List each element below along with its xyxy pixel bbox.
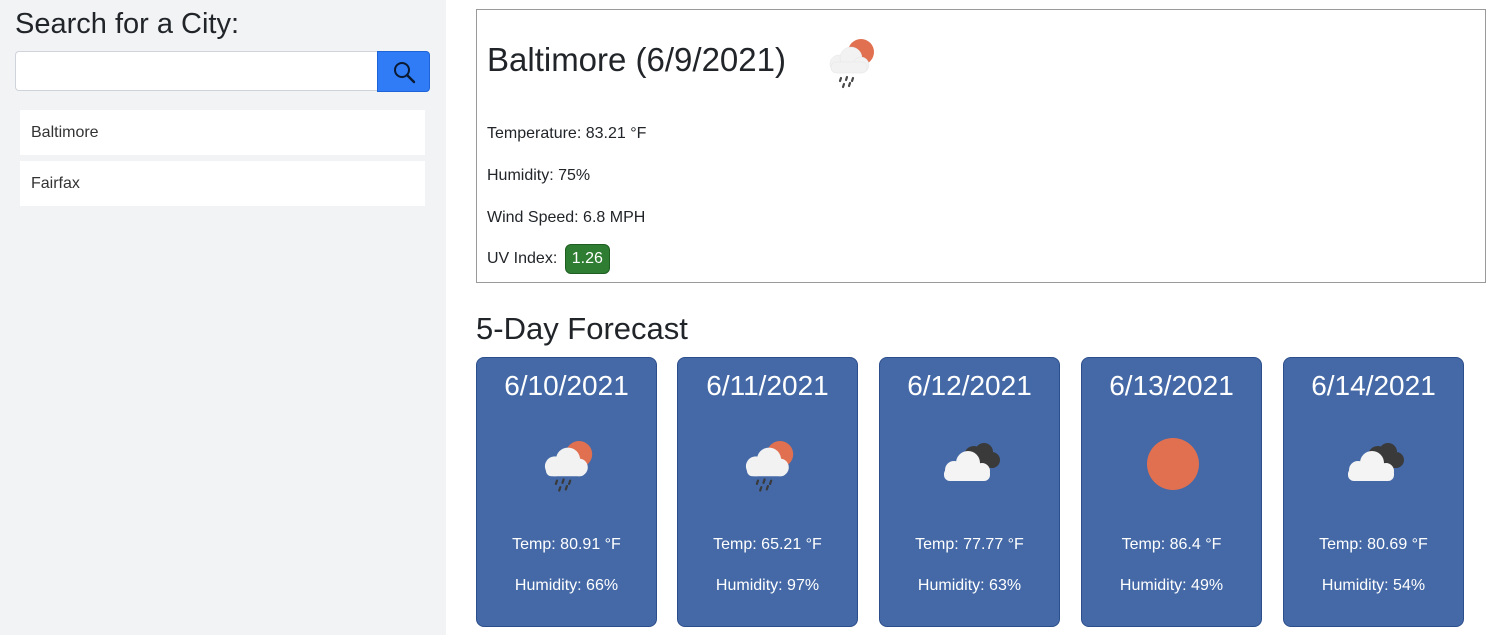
current-humidity: Humidity: 75% (487, 167, 591, 184)
clouds-icon (1348, 443, 1404, 481)
forecast-humidity: Humidity: 66% (514, 577, 619, 594)
forecast-card: 6/12/2021 Temp: 77.77 °F Humidity: 63% (879, 357, 1060, 627)
sidebar: Search for a City: Baltimore Fairfax (0, 0, 446, 635)
forecast-date: 6/12/2021 (907, 370, 1032, 401)
forecast-humidity: Humidity: 63% (917, 577, 1022, 594)
history-item-fairfax[interactable]: Fairfax (20, 161, 425, 206)
current-city-title: Baltimore (6/9/2021) (487, 41, 786, 78)
forecast-date: 6/10/2021 (504, 370, 629, 401)
forecast-card: 6/11/2021 Temp: 65.21 °F Humidity: 97% (677, 357, 858, 627)
uv-index-badge: 1.26 (564, 244, 610, 274)
current-temperature: Temperature: 83.21 °F (487, 125, 647, 142)
sun-cloud-rain-icon (829, 39, 874, 89)
forecast-date: 6/14/2021 (1311, 370, 1436, 401)
search-heading: Search for a City: (15, 8, 240, 40)
forecast-temp: Temp: 80.69 °F (1319, 536, 1428, 553)
uv-label: UV Index: (487, 250, 558, 267)
forecast-date: 6/11/2021 (706, 370, 829, 401)
search-button[interactable] (377, 51, 430, 92)
forecast-card: 6/10/2021 Temp: 80.91 °F Humidity: 66% (476, 357, 657, 627)
forecast-temp: Temp: 65.21 °F (713, 536, 822, 553)
forecast-humidity: Humidity: 49% (1119, 577, 1224, 594)
forecast-title: 5-Day Forecast (476, 311, 688, 346)
search-icon (393, 61, 415, 83)
forecast-card: 6/13/2021 Temp: 86.4 °F Humidity: 49% (1081, 357, 1262, 627)
current-weather-panel: Baltimore (6/9/2021) Temperature: 83.21 … (476, 9, 1486, 283)
forecast-card: 6/14/2021 Temp: 80.69 °F Humidity: 54% (1283, 357, 1464, 627)
forecast-humidity: Humidity: 97% (715, 577, 820, 594)
weather-dashboard: Search for a City: Baltimore Fairfax Bal… (0, 0, 1500, 635)
clouds-icon (944, 443, 1000, 481)
current-uv-row: UV Index: 1.26 (487, 244, 610, 274)
search-row (15, 51, 430, 92)
current-wind-speed: Wind Speed: 6.8 MPH (487, 209, 646, 226)
city-search-input[interactable] (15, 51, 378, 91)
search-history-list: Baltimore Fairfax (20, 110, 425, 212)
sun-cloud-rain-icon (544, 441, 593, 492)
forecast-date: 6/13/2021 (1109, 370, 1234, 401)
forecast-cards: 6/10/2021 Temp: 80.91 °F Humidity: 66% 6… (476, 357, 1466, 627)
forecast-humidity: Humidity: 54% (1321, 577, 1426, 594)
forecast-temp: Temp: 77.77 °F (915, 536, 1024, 553)
sun-cloud-rain-icon (745, 441, 794, 492)
forecast-temp: Temp: 80.91 °F (512, 536, 621, 553)
sun-icon (1147, 438, 1199, 490)
history-item-baltimore[interactable]: Baltimore (20, 110, 425, 155)
forecast-temp: Temp: 86.4 °F (1121, 536, 1222, 553)
